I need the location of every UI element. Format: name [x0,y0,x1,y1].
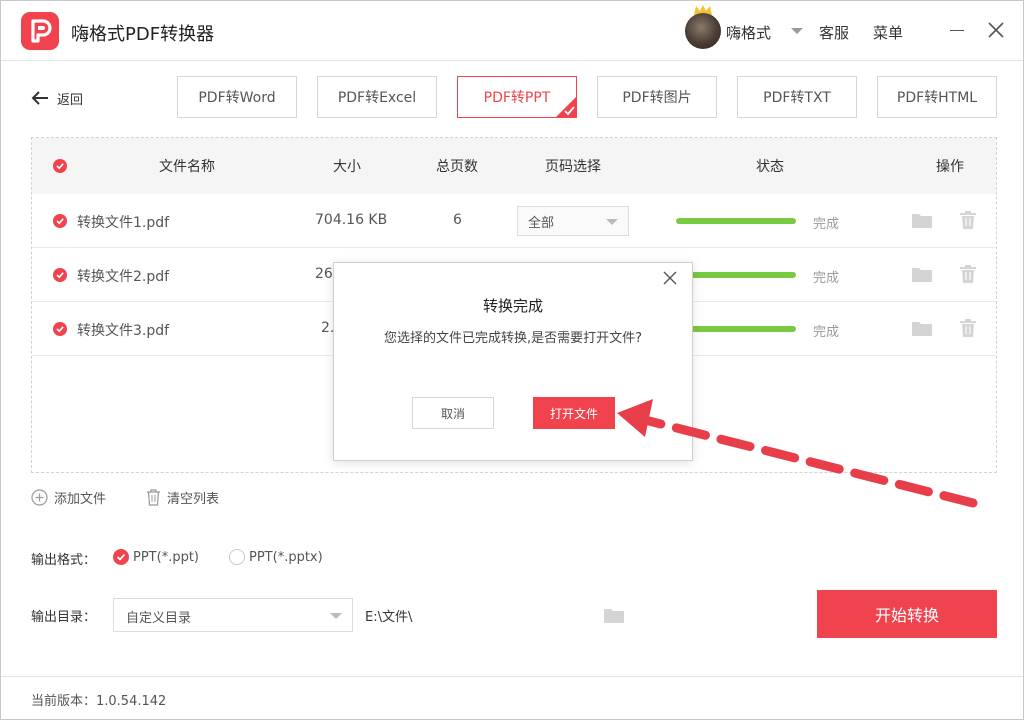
dialog-message: 您选择的文件已完成转换,是否需要打开文件? [383,331,643,346]
status-text: 完成 [813,325,840,340]
page-count: 6 [453,212,462,228]
radio-pptx[interactable]: PPT(*.pptx) [229,549,323,565]
tab-label: PDF转PPT [483,90,551,106]
trash-icon [147,489,160,506]
output-dir-label: 输出目录： [31,610,97,625]
menu-link[interactable]: 菜单 [873,22,903,43]
row-checkbox[interactable] [53,322,67,336]
status-text: 完成 [813,271,840,286]
file-name: 转换文件3.pdf [77,323,170,339]
plus-circle-icon [31,489,48,506]
cancel-button[interactable]: 取消 [412,397,494,429]
tab-pdf-to-image[interactable]: PDF转图片 [597,76,717,118]
minimize-icon[interactable] [950,30,964,31]
clear-list-label: 清空列表 [167,492,220,507]
tab-pdf-to-word[interactable]: PDF转Word [177,76,297,118]
open-folder-icon[interactable] [912,212,932,228]
trash-icon[interactable] [960,211,976,229]
clear-list-button[interactable]: 清空列表 [146,488,219,507]
app-logo-icon [21,12,59,50]
selected-check-icon [555,96,577,118]
file-name: 转换文件2.pdf [77,269,170,285]
page-range-value: 全部 [528,216,555,231]
close-icon[interactable] [986,20,1006,40]
app-window: 嗨格式PDF转换器 嗨格式 客服 菜单 返回 PDF转Word PDF转Exce… [0,0,1024,720]
row-checkbox[interactable] [53,214,67,228]
status-bar: 当前版本：1.0.54.142 [1,676,1023,720]
radio-ppt-label: PPT(*.ppt) [133,549,199,565]
close-icon[interactable] [663,271,677,285]
radio-unselected-icon [229,549,245,565]
output-dir-select[interactable]: 自定义目录 [113,598,353,632]
title-bar: 嗨格式PDF转换器 嗨格式 客服 菜单 [1,1,1023,61]
progress-bar [676,218,796,224]
chevron-down-icon [606,219,618,225]
tab-pdf-to-ppt[interactable]: PDF转PPT [457,76,577,118]
trash-icon[interactable] [960,319,976,337]
radio-pptx-label: PPT(*.pptx) [249,549,323,565]
chevron-down-icon[interactable] [791,28,803,34]
header-file-name: 文件名称 [159,159,215,175]
start-convert-button[interactable]: 开始转换 [817,590,997,638]
back-label: 返回 [57,92,84,108]
open-folder-icon[interactable] [912,320,932,336]
output-dir-value: 自定义目录 [126,611,192,626]
file-size: 26 [315,266,333,282]
table-row: 转换文件1.pdf 704.16 KB 6 全部 完成 [32,194,996,248]
version-text: 当前版本：1.0.54.142 [31,694,167,709]
open-file-button[interactable]: 打开文件 [533,397,615,429]
select-all-checkbox[interactable] [53,159,67,173]
radio-selected-icon [113,549,129,565]
output-path: E:\文件\ [365,610,413,625]
avatar[interactable] [685,13,721,49]
header-size: 大小 [333,159,361,175]
header-page-count: 总页数 [436,159,478,175]
tab-pdf-to-excel[interactable]: PDF转Excel [317,76,437,118]
output-format-label: 输出格式： [31,553,97,568]
radio-ppt[interactable]: PPT(*.ppt) [113,549,199,565]
tab-pdf-to-html[interactable]: PDF转HTML [877,76,997,118]
add-file-button[interactable]: 添加文件 [31,488,106,507]
open-folder-icon[interactable] [912,266,932,282]
browse-folder-icon[interactable] [604,607,624,623]
header-page-select: 页码选择 [545,159,601,175]
tab-pdf-to-txt[interactable]: PDF转TXT [737,76,857,118]
progress-bar [676,272,796,278]
add-file-label: 添加文件 [54,492,107,507]
row-checkbox[interactable] [53,268,67,282]
file-size: 704.16 KB [315,212,388,228]
header-status: 状态 [756,159,784,175]
back-button[interactable]: 返回 [31,87,83,109]
trash-icon[interactable] [960,265,976,283]
file-name: 转换文件1.pdf [77,215,170,231]
table-header: 文件名称 大小 总页数 页码选择 状态 操作 [32,138,996,194]
progress-bar [676,326,796,332]
app-title: 嗨格式PDF转换器 [71,24,215,45]
user-name[interactable]: 嗨格式 [726,22,771,43]
header-actions: 操作 [936,159,964,175]
chevron-down-icon [330,613,342,619]
arrow-left-icon [31,91,48,105]
page-range-select[interactable]: 全部 [517,206,629,236]
conversion-complete-dialog: 转换完成 您选择的文件已完成转换,是否需要打开文件? 取消 打开文件 [333,262,693,461]
dialog-title: 转换完成 [482,297,543,315]
customer-service-link[interactable]: 客服 [819,22,849,43]
status-text: 完成 [813,217,840,232]
